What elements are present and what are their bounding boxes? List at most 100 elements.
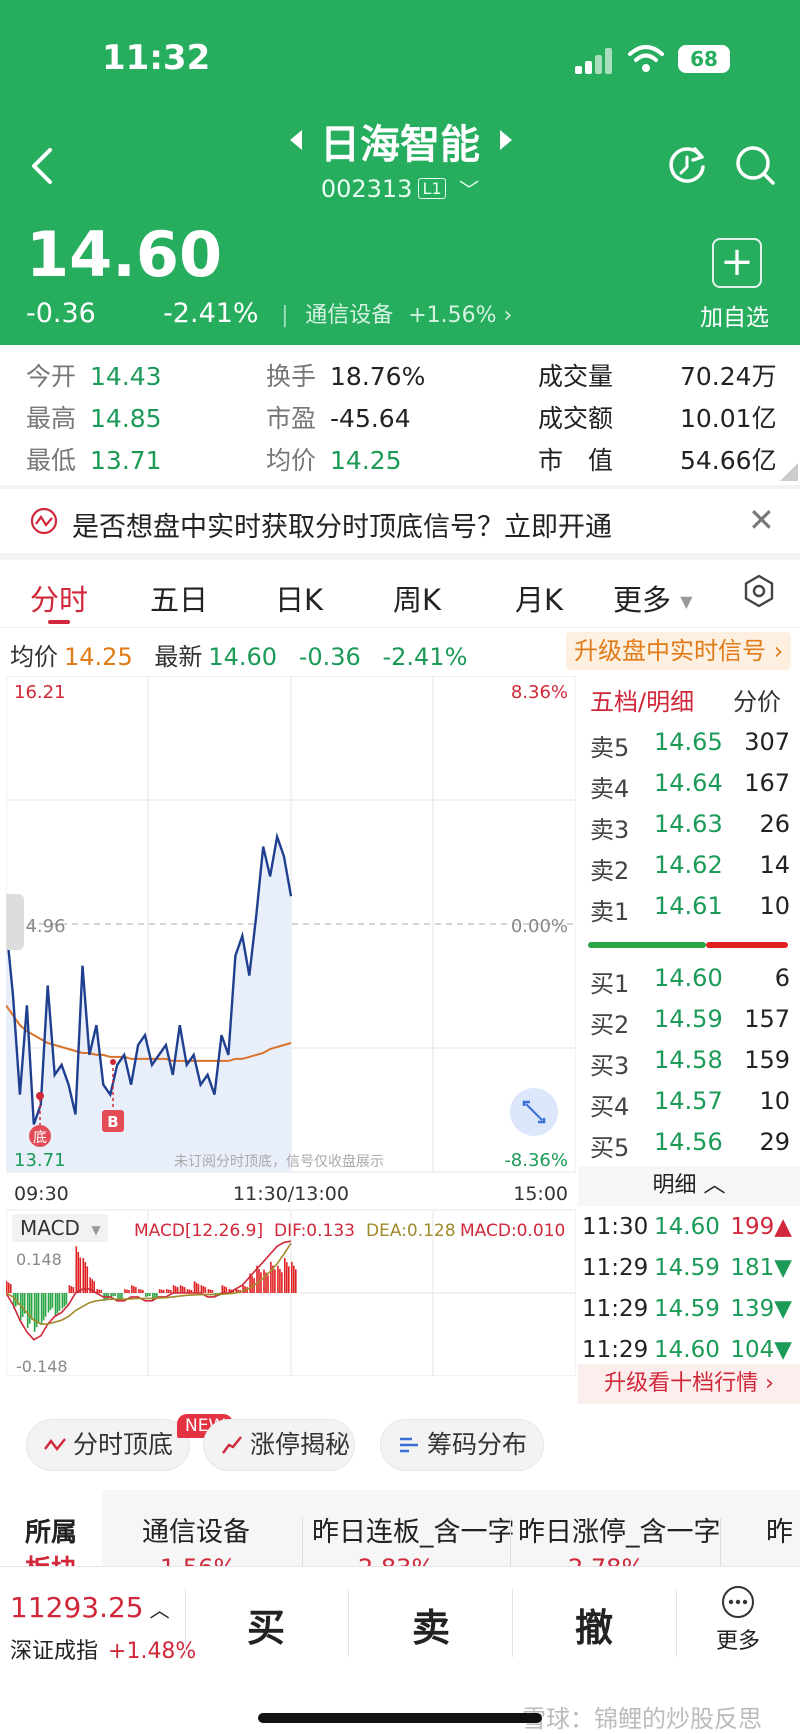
macd-selector[interactable]: MACD ▼ bbox=[12, 1214, 108, 1242]
tab-daily-k[interactable]: 日K bbox=[275, 577, 323, 619]
sector-cards: 通信设备 1.56% 昨日连板_含一字 2.83% 昨日涨停_含一字 2.78%… bbox=[102, 1490, 800, 1566]
macd-bar bbox=[284, 1258, 286, 1293]
bid-row: 买1 14.60 6 bbox=[590, 964, 790, 998]
sell-button[interactable]: 卖 bbox=[412, 1597, 450, 1652]
macd-bar bbox=[158, 1289, 161, 1293]
upgrade-signal-link[interactable]: 升级盘中实时信号 › bbox=[566, 632, 792, 670]
macd-bar bbox=[131, 1285, 133, 1293]
macd-bar bbox=[98, 1289, 100, 1293]
pct-top-label: 8.36% bbox=[511, 682, 568, 703]
macd-bar bbox=[124, 1289, 126, 1293]
bid-row: 买5 14.56 29 bbox=[590, 1128, 790, 1162]
macd-bar bbox=[172, 1285, 175, 1293]
macd-bar bbox=[281, 1272, 283, 1293]
detail-toggle[interactable]: 明细 ︿ bbox=[578, 1166, 800, 1206]
macd-bar bbox=[147, 1293, 149, 1297]
sector-card-change: 2.83% bbox=[358, 1554, 434, 1566]
intraday-chart[interactable]: 底 B 16.21 8.36% 14.96 0.00% 13.71 -8.36%… bbox=[6, 676, 576, 1376]
left-collapse-handle[interactable] bbox=[6, 894, 24, 950]
feature-pills: 分时顶底 NEW 涨停揭秘 筹码分布 bbox=[0, 1406, 800, 1490]
macd-bar bbox=[63, 1293, 66, 1307]
macd-bar bbox=[193, 1281, 196, 1293]
signal-promo-banner[interactable]: 是否想盘中实时获取分时顶底信号？立即开通 ✕ bbox=[0, 489, 800, 553]
tick-row: 11:30 14.60 199▲ bbox=[582, 1214, 792, 1240]
cancel-order-button[interactable]: 撤 bbox=[575, 1597, 613, 1652]
stats-panel: 今开 14.43 最高 14.85 最低 13.71 换手 18.76% 市盈 -45.6… bbox=[0, 345, 800, 485]
order-book-tab[interactable]: 五档/明细 bbox=[590, 682, 694, 717]
macd-bar bbox=[21, 1293, 24, 1317]
macd-bar bbox=[270, 1261, 272, 1293]
chart-area: 底 B 16.21 8.36% 14.96 0.00% 13.71 -8.36%… bbox=[0, 674, 800, 1406]
wifi-icon bbox=[628, 45, 664, 72]
sector-card[interactable]: 昨日连板_含一字 bbox=[312, 1510, 515, 1549]
tab-weekly-k[interactable]: 周K bbox=[393, 577, 441, 619]
more-icon[interactable] bbox=[721, 1585, 755, 1619]
sector-card[interactable]: 昨 bbox=[766, 1510, 793, 1549]
macd-bar bbox=[167, 1289, 170, 1293]
macd-bar bbox=[121, 1293, 123, 1299]
chevron-right-icon: › bbox=[503, 303, 513, 328]
macd-bar bbox=[54, 1293, 57, 1317]
fullscreen-icon[interactable] bbox=[510, 1088, 558, 1136]
add-watchlist-button[interactable]: + bbox=[712, 238, 762, 288]
ask-row: 卖1 14.61 10 bbox=[590, 892, 790, 926]
macd-bar bbox=[138, 1289, 140, 1293]
macd-bar bbox=[209, 1289, 212, 1293]
stat-pe: 市盈 -45.64 bbox=[266, 404, 411, 433]
macd-bar bbox=[183, 1287, 186, 1293]
macd-bar bbox=[202, 1286, 205, 1293]
refresh-icon[interactable] bbox=[665, 143, 709, 187]
macd-bar bbox=[107, 1293, 109, 1299]
tab-fenshi[interactable]: 分时 bbox=[30, 577, 88, 619]
level-badge: L1 bbox=[418, 178, 446, 199]
search-icon[interactable] bbox=[733, 143, 777, 187]
macd-bar bbox=[225, 1287, 228, 1293]
macd-bar bbox=[221, 1285, 224, 1293]
macd-bottom-label: -0.148 bbox=[16, 1357, 68, 1376]
price-bottom-label: 13.71 bbox=[14, 1150, 66, 1171]
close-icon[interactable]: ✕ bbox=[748, 501, 775, 539]
macd-bar bbox=[37, 1293, 40, 1323]
price-change-pct: -2.41% bbox=[163, 298, 259, 329]
change-row: -0.36 -2.41% | 通信设备 +1.56% › bbox=[26, 298, 513, 329]
tab-monthly-k[interactable]: 月K bbox=[515, 577, 563, 619]
macd-bar bbox=[140, 1289, 142, 1293]
buy-button[interactable]: 买 bbox=[247, 1597, 285, 1652]
macd-bar bbox=[51, 1293, 54, 1308]
expand-corner-icon[interactable] bbox=[780, 463, 798, 481]
macd-bar bbox=[176, 1287, 179, 1293]
chip-icon bbox=[400, 1437, 418, 1453]
limit-up-pill[interactable]: 涨停揭秘 bbox=[203, 1419, 355, 1471]
chip-distribution-pill[interactable]: 筹码分布 bbox=[380, 1419, 544, 1471]
stat-mcap: 54.66亿 bbox=[680, 446, 777, 475]
macd-bar bbox=[279, 1269, 281, 1293]
macd-bar bbox=[58, 1293, 61, 1311]
sector-card[interactable]: 昨日涨停_含一字 bbox=[518, 1510, 721, 1549]
tab-five-day[interactable]: 五日 bbox=[150, 577, 208, 619]
macd-top-label: 0.148 bbox=[16, 1250, 62, 1269]
macd-bar bbox=[181, 1286, 184, 1293]
macd-dif: DIF:0.133 bbox=[274, 1221, 355, 1241]
settings-icon[interactable] bbox=[742, 574, 776, 608]
next-stock-icon[interactable] bbox=[500, 130, 512, 150]
fenjia-tab[interactable]: 分价 bbox=[733, 682, 781, 717]
add-watchlist-label[interactable]: 加自选 bbox=[700, 298, 769, 332]
sector-card[interactable]: 通信设备 bbox=[142, 1510, 250, 1549]
macd-bar bbox=[142, 1290, 144, 1293]
sector-link[interactable]: 通信设备 +1.56% › bbox=[305, 303, 512, 328]
chevron-up-icon: ︿ bbox=[149, 1598, 170, 1622]
promo-text[interactable]: 是否想盘中实时获取分时顶底信号？立即开通 bbox=[72, 505, 612, 544]
tab-more[interactable]: 更多 ▼ bbox=[613, 577, 693, 619]
macd-bar bbox=[49, 1293, 52, 1311]
macd-bar bbox=[223, 1286, 226, 1293]
bid-row: 买4 14.57 10 bbox=[590, 1087, 790, 1121]
fenshi-signal-pill[interactable]: 分时顶底 NEW bbox=[26, 1414, 234, 1471]
macd-bar bbox=[6, 1281, 8, 1293]
upgrade-ten-level-link[interactable]: 升级看十档行情 › bbox=[578, 1364, 800, 1404]
ask-row: 卖4 14.64 167 bbox=[590, 769, 790, 803]
time-end-label: 15:00 bbox=[513, 1183, 568, 1205]
more-label[interactable]: 更多 bbox=[716, 1623, 760, 1655]
macd-bar bbox=[68, 1285, 71, 1293]
stock-code: 002313 bbox=[320, 175, 413, 203]
index-ticker[interactable]: 11293.25 ︿ bbox=[10, 1591, 170, 1624]
